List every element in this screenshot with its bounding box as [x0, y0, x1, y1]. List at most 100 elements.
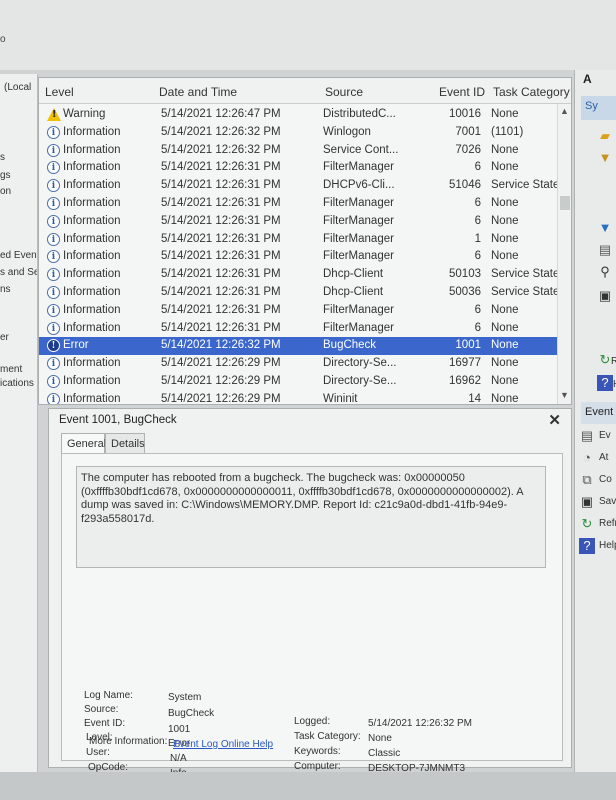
filter-icon[interactable]: ▼	[597, 150, 613, 166]
event-row[interactable]: i Information 5/14/2021 12:26:29 PM Directo…	[39, 373, 571, 391]
tab-general[interactable]: General	[61, 433, 106, 453]
event-row[interactable]: i Information 5/14/2021 12:26:31 PM FilterM…	[39, 213, 571, 231]
event-date: 5/14/2021 12:26:29 PM	[161, 374, 281, 387]
open-folder-icon[interactable]: ▰	[597, 128, 613, 144]
refresh-label[interactable]: R	[611, 356, 616, 367]
save-selected-label[interactable]: Sav	[599, 496, 616, 507]
event-source: Directory-Se...	[323, 357, 397, 370]
event-row[interactable]: i Information 5/14/2021 12:26:31 PM Dhcp-Cl…	[39, 266, 571, 284]
event-row[interactable]: i Information 5/14/2021 12:26:31 PM DHCPv6-…	[39, 177, 571, 195]
filter-current-log-icon[interactable]: ▼	[597, 220, 613, 236]
event-row[interactable]: i Information 5/14/2021 12:26:32 PM Winlogo…	[39, 124, 571, 142]
event-properties-icon[interactable]: ▤	[579, 428, 595, 444]
event-list-header: Level Date and Time Source Event ID Task…	[39, 78, 571, 104]
nav-item[interactable]: ed Event	[0, 250, 37, 261]
information-icon: i	[47, 143, 60, 157]
scroll-up-icon[interactable]: ▲	[560, 106, 569, 116]
column-header-level[interactable]: Level	[45, 85, 74, 99]
refresh-event-label[interactable]: Refr	[599, 518, 616, 529]
event-row[interactable]: i Information 5/14/2021 12:26:29 PM Directo…	[39, 355, 571, 373]
nav-item[interactable]: ns	[0, 284, 11, 295]
column-header-event-id[interactable]: Event ID	[439, 85, 485, 99]
event-row[interactable]: Warning 5/14/2021 12:26:47 PM DistributedC…	[39, 106, 571, 124]
event-task-category: None	[491, 321, 519, 334]
tab-details[interactable]: Details	[105, 433, 145, 453]
event-id: 6	[474, 196, 481, 209]
column-header-date[interactable]: Date and Time	[159, 85, 237, 99]
actions-section-system[interactable]: Sy	[581, 96, 616, 120]
help-event-icon[interactable]: ?	[579, 538, 595, 554]
information-icon: i	[47, 250, 60, 264]
event-row[interactable]: i Information 5/14/2021 12:26:32 PM Service…	[39, 142, 571, 160]
nav-item[interactable]: gs	[0, 170, 11, 181]
information-icon: i	[47, 232, 60, 246]
event-task-category: None	[491, 108, 519, 120]
column-header-source[interactable]: Source	[325, 85, 363, 99]
event-row[interactable]: i Information 5/14/2021 12:26:31 PM Dhcp-Cl…	[39, 284, 571, 302]
event-source: Service Cont...	[323, 143, 399, 156]
nav-item[interactable]: ment	[0, 364, 22, 375]
nav-item[interactable]: s	[0, 152, 5, 163]
event-level: Information	[63, 179, 121, 192]
attach-task-icon[interactable]: ◔	[579, 450, 595, 466]
event-id: 51046	[449, 179, 481, 192]
event-task-category: None	[491, 374, 519, 387]
event-source: Dhcp-Client	[323, 285, 384, 298]
event-task-category: None	[491, 196, 519, 209]
event-date: 5/14/2021 12:26:31 PM	[161, 250, 281, 263]
save-icon[interactable]: ▣	[597, 288, 613, 304]
event-row[interactable]: i Information 5/14/2021 12:26:31 PM FilterM…	[39, 302, 571, 320]
event-properties-label[interactable]: Ev	[599, 430, 611, 441]
event-row[interactable]: i Information 5/14/2021 12:26:31 PM FilterM…	[39, 248, 571, 266]
help-event-label[interactable]: Help	[599, 540, 616, 551]
event-id: 16977	[449, 357, 481, 370]
copy-icon[interactable]: ⧉	[579, 472, 595, 488]
event-task-category: None	[491, 143, 519, 156]
event-row[interactable]: i Information 5/14/2021 12:26:31 PM FilterM…	[39, 159, 571, 177]
event-date: 5/14/2021 12:26:47 PM	[161, 108, 281, 120]
prop-label-user: User:	[86, 747, 110, 758]
event-log-online-help-link[interactable]: Event Log Online Help	[173, 739, 273, 750]
nav-item[interactable]: s and Se	[0, 267, 37, 278]
properties-icon[interactable]: ▤	[597, 242, 613, 258]
event-task-category: None	[491, 250, 519, 263]
copy-label[interactable]: Co	[599, 474, 612, 485]
attach-task-label[interactable]: At	[599, 452, 608, 463]
save-selected-icon[interactable]: ▣	[579, 494, 595, 510]
information-icon: i	[47, 268, 60, 282]
event-row[interactable]: i Information 5/14/2021 12:26:31 PM FilterM…	[39, 320, 571, 338]
prop-label-logged: Logged:	[294, 716, 331, 727]
event-row[interactable]: ! Error 5/14/2021 12:26:32 PM BugCheck 1001 N…	[39, 337, 571, 356]
event-level: Information	[63, 214, 121, 227]
find-icon[interactable]: ⚲	[597, 264, 613, 280]
event-source: Dhcp-Client	[323, 268, 384, 281]
column-header-task-category[interactable]: Task Category	[493, 85, 570, 99]
information-icon: i	[47, 374, 60, 388]
list-scrollbar[interactable]: ▲ ▼	[557, 104, 571, 404]
event-date: 5/14/2021 12:26:31 PM	[161, 285, 281, 298]
scroll-down-icon[interactable]: ▼	[560, 390, 569, 400]
event-date: 5/14/2021 12:26:29 PM	[161, 392, 281, 405]
nav-item[interactable]: er	[0, 332, 9, 343]
information-icon: i	[47, 196, 60, 210]
event-id: 6	[474, 161, 481, 174]
event-message[interactable]: The computer has rebooted from a bugchec…	[76, 466, 546, 568]
information-icon: i	[47, 161, 60, 175]
event-level: Error	[63, 339, 89, 352]
window-top-area: o	[0, 0, 616, 70]
refresh-event-icon[interactable]: ↻	[579, 516, 595, 532]
prop-label-source: Source:	[84, 704, 119, 715]
event-date: 5/14/2021 12:26:31 PM	[161, 232, 281, 245]
nav-item-local[interactable]: (Local	[4, 82, 31, 93]
event-row[interactable]: i Information 5/14/2021 12:26:29 PM Wininit…	[39, 391, 571, 405]
close-icon[interactable]: ✕	[548, 411, 561, 429]
nav-item[interactable]: on	[0, 186, 11, 197]
event-row[interactable]: i Information 5/14/2021 12:26:31 PM FilterM…	[39, 231, 571, 249]
scroll-thumb[interactable]	[560, 196, 570, 210]
help-icon[interactable]: ?	[597, 375, 613, 391]
event-id: 7026	[455, 143, 481, 156]
event-date: 5/14/2021 12:26:31 PM	[161, 161, 281, 174]
nav-item[interactable]: ications	[0, 378, 34, 389]
event-level: Information	[63, 392, 121, 405]
event-row[interactable]: i Information 5/14/2021 12:26:31 PM FilterM…	[39, 195, 571, 213]
